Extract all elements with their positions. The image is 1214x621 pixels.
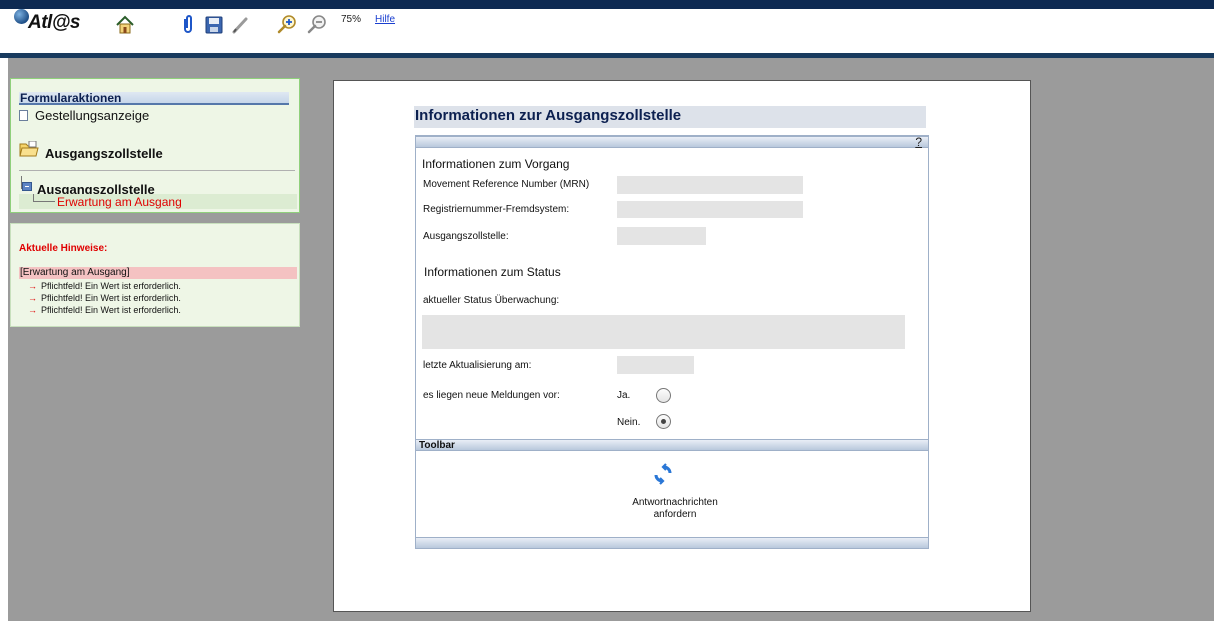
radio-yes-label: Ja. [617, 390, 631, 401]
toolbar-label: Toolbar [419, 440, 455, 451]
status-label: aktueller Status Überwachung: [423, 295, 560, 306]
notes-title: Aktuelle Hinweise: [19, 243, 108, 254]
form-actions-header: Formularaktionen [19, 92, 289, 105]
last-update-label: letzte Aktualisierung am: [423, 360, 532, 371]
mrn-field[interactable] [617, 176, 803, 194]
request-responses-button[interactable]: Antwortnachrichten anfordern [610, 497, 740, 521]
new-messages-label: es liegen neue Meldungen vor: [423, 390, 560, 401]
action-item-label: Gestellungsanzeige [35, 108, 150, 123]
mrn-label: Movement Reference Number (MRN) [423, 179, 590, 190]
registration-number-label: Registriernummer-Fremdsystem: [423, 204, 570, 215]
note-text: Pflichtfeld! Ein Wert ist erforderlich. [41, 293, 181, 303]
notes-section-link[interactable]: [Erwartung am Ausgang] [19, 267, 297, 279]
tree-node-ausgangszollstelle[interactable]: Ausgangszollstelle [19, 176, 297, 197]
home-icon[interactable] [114, 14, 136, 36]
logo-text: Atl@s [28, 12, 80, 33]
note-text: Pflichtfeld! Ein Wert ist erforderlich. [41, 305, 181, 315]
arrow-right-icon: → [28, 305, 37, 315]
customs-office-label: Ausgangszollstelle: [423, 231, 509, 242]
tree-child-label: Erwartung am Ausgang [57, 195, 182, 209]
last-update-field[interactable] [617, 356, 694, 374]
folder-label: Ausgangszollstelle [45, 146, 163, 161]
radio-no-label: Nein. [617, 417, 641, 428]
form-header-strip: ? [416, 135, 928, 149]
panel-divider [19, 170, 295, 171]
zoom-level: 75% [341, 14, 362, 25]
top-bar [0, 0, 1214, 9]
toolbar-strip: Toolbar [416, 439, 928, 451]
document-icon [19, 110, 28, 121]
arrow-right-icon: → [28, 281, 37, 291]
collapse-icon[interactable] [22, 182, 32, 191]
help-link[interactable]: Hilfe [375, 14, 395, 25]
tree-child-erwartung[interactable]: Erwartung am Ausgang [19, 194, 297, 209]
customs-office-field[interactable] [617, 227, 706, 245]
note-message[interactable]: → Pflichtfeld! Ein Wert ist erforderlich. [28, 281, 181, 291]
document-title: Informationen zur Ausgangszollstelle [414, 106, 926, 128]
zoom-in-icon[interactable] [276, 13, 298, 35]
radio-yes[interactable] [656, 388, 671, 403]
section-heading-vorgang: Informationen zum Vorgang [422, 157, 570, 171]
form-actions-panel: Formularaktionen Gestellungsanzeige Ausg… [10, 78, 300, 213]
refresh-link-icon[interactable] [650, 461, 676, 487]
tree-connector [33, 194, 34, 201]
status-field[interactable] [422, 315, 905, 349]
radio-no[interactable] [656, 414, 671, 429]
pencil-icon[interactable] [230, 14, 252, 36]
floppy-disk-icon[interactable] [203, 14, 225, 36]
help-question-icon[interactable]: ? [915, 135, 922, 149]
section-heading-status: Informationen zum Status [424, 265, 561, 279]
paperclip-icon[interactable] [177, 13, 199, 35]
note-text: Pflichtfeld! Ein Wert ist erforderlich. [41, 281, 181, 291]
folder-open-icon [19, 141, 39, 157]
form-footer-strip [416, 537, 928, 549]
arrow-right-icon: → [28, 293, 37, 303]
globe-icon [14, 9, 29, 24]
tree-connector [33, 201, 55, 202]
note-message[interactable]: → Pflichtfeld! Ein Wert ist erforderlich. [28, 305, 181, 315]
action-item-gestellungsanzeige[interactable]: Gestellungsanzeige [19, 108, 149, 123]
note-message[interactable]: → Pflichtfeld! Ein Wert ist erforderlich. [28, 293, 181, 303]
registration-number-field[interactable] [617, 201, 803, 218]
current-notes-panel: Aktuelle Hinweise: [Erwartung am Ausgang… [10, 223, 300, 327]
zoom-out-icon[interactable] [306, 13, 328, 35]
